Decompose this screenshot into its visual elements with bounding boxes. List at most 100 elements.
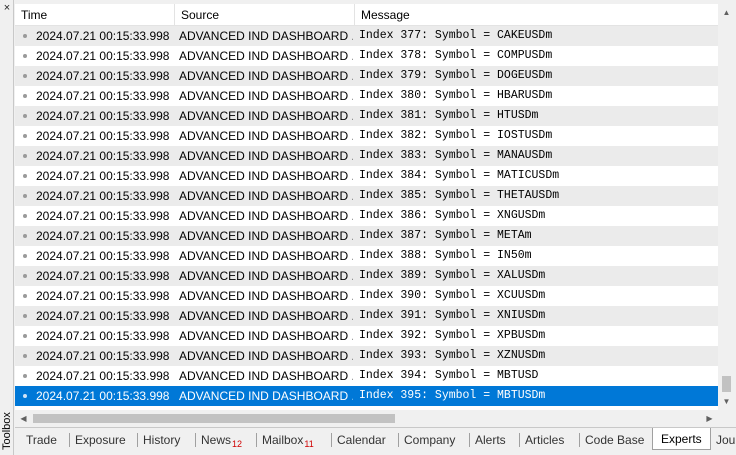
tab-code-base[interactable]: Code Base xyxy=(585,430,644,450)
time-cell: 2024.07.21 00:15:33.998 xyxy=(36,229,170,243)
tab-label: History xyxy=(143,433,181,447)
time-cell: 2024.07.21 00:15:33.998 xyxy=(36,249,170,263)
row-bullet-icon xyxy=(23,394,27,398)
scroll-right-arrow-icon[interactable]: ▶ xyxy=(701,410,718,427)
tab-alerts[interactable]: Alerts xyxy=(475,430,506,450)
row-bullet-icon xyxy=(23,374,27,378)
row-bullet-icon xyxy=(23,294,27,298)
scroll-up-arrow-icon[interactable]: ▲ xyxy=(718,4,735,21)
table-row[interactable]: 2024.07.21 00:15:33.998 ADVANCED IND DASH… xyxy=(15,346,718,366)
scrollbar-corner xyxy=(718,410,735,427)
tab-experts[interactable]: Experts xyxy=(652,428,711,450)
message-cell: Index 395: Symbol = MBTUSDm xyxy=(359,389,546,402)
table-row[interactable]: 2024.07.21 00:15:33.998 ADVANCED IND DASH… xyxy=(15,126,718,146)
source-cell: ADVANCED IND DASHBOARD ... xyxy=(179,109,353,123)
tab-calendar[interactable]: Calendar xyxy=(337,430,386,450)
time-cell: 2024.07.21 00:15:33.998 xyxy=(36,189,170,203)
source-cell: ADVANCED IND DASHBOARD ... xyxy=(179,269,353,283)
vertical-scroll-thumb[interactable] xyxy=(722,376,731,392)
source-cell: ADVANCED IND DASHBOARD ... xyxy=(179,29,353,43)
table-row[interactable]: 2024.07.21 00:15:33.998 ADVANCED IND DASH… xyxy=(15,26,718,46)
tab-separator xyxy=(256,433,257,447)
message-cell: Index 382: Symbol = IOSTUSDm xyxy=(359,129,553,142)
scroll-down-arrow-icon[interactable]: ▼ xyxy=(718,393,735,410)
time-cell: 2024.07.21 00:15:33.998 xyxy=(36,129,170,143)
tab-news[interactable]: News12 xyxy=(201,430,242,450)
tab-jou[interactable]: Jou xyxy=(716,430,735,450)
table-row[interactable]: 2024.07.21 00:15:33.998 ADVANCED IND DASH… xyxy=(15,106,718,126)
time-cell: 2024.07.21 00:15:33.998 xyxy=(36,349,170,363)
vertical-scrollbar[interactable]: ▲ ▼ xyxy=(718,4,735,410)
table-row[interactable]: 2024.07.21 00:15:33.998 ADVANCED IND DASH… xyxy=(15,86,718,106)
tab-separator xyxy=(137,433,138,447)
table-row[interactable]: 2024.07.21 00:15:33.998 ADVANCED IND DASH… xyxy=(15,306,718,326)
column-header-source[interactable]: Source xyxy=(175,4,355,26)
source-cell: ADVANCED IND DASHBOARD ... xyxy=(179,229,353,243)
toolbox-label[interactable]: Toolbox xyxy=(1,412,13,450)
message-cell: Index 389: Symbol = XALUSDm xyxy=(359,269,546,282)
tab-label: Trade xyxy=(26,433,57,447)
row-bullet-icon xyxy=(23,34,27,38)
tab-label: Code Base xyxy=(585,433,645,447)
tab-label: Mailbox xyxy=(262,433,304,447)
row-bullet-icon xyxy=(23,274,27,278)
column-header-row: Time Source Message xyxy=(15,4,718,26)
unread-count-badge: 12 xyxy=(232,439,243,449)
table-row[interactable]: 2024.07.21 00:15:33.998 ADVANCED IND DASH… xyxy=(15,266,718,286)
horizontal-scroll-thumb[interactable] xyxy=(33,414,395,423)
row-bullet-icon xyxy=(23,194,27,198)
table-row[interactable]: 2024.07.21 00:15:33.998 ADVANCED IND DASH… xyxy=(15,326,718,346)
source-cell: ADVANCED IND DASHBOARD ... xyxy=(179,289,353,303)
source-cell: ADVANCED IND DASHBOARD ... xyxy=(179,349,353,363)
table-row[interactable]: 2024.07.21 00:15:33.998 ADVANCED IND DASH… xyxy=(15,386,718,406)
tab-trade[interactable]: Trade xyxy=(26,430,57,450)
message-cell: Index 393: Symbol = XZNUSDm xyxy=(359,349,546,362)
row-bullet-icon xyxy=(23,154,27,158)
table-row[interactable]: 2024.07.21 00:15:33.998 ADVANCED IND DASH… xyxy=(15,206,718,226)
row-bullet-icon xyxy=(23,354,27,358)
horizontal-scrollbar[interactable]: ◀ ▶ xyxy=(15,410,718,427)
table-row[interactable]: 2024.07.21 00:15:33.998 ADVANCED IND DASH… xyxy=(15,186,718,206)
table-row[interactable]: 2024.07.21 00:15:33.998 ADVANCED IND DASH… xyxy=(15,66,718,86)
source-cell: ADVANCED IND DASHBOARD ... xyxy=(179,49,353,63)
tab-history[interactable]: History xyxy=(143,430,180,450)
scroll-left-arrow-icon[interactable]: ◀ xyxy=(15,410,32,427)
tab-company[interactable]: Company xyxy=(404,430,455,450)
row-bullet-icon xyxy=(23,334,27,338)
table-row[interactable]: 2024.07.21 00:15:33.998 ADVANCED IND DASH… xyxy=(15,146,718,166)
message-cell: Index 391: Symbol = XNIUSDm xyxy=(359,309,546,322)
column-header-time[interactable]: Time xyxy=(15,4,175,26)
source-cell: ADVANCED IND DASHBOARD ... xyxy=(179,129,353,143)
table-row[interactable]: 2024.07.21 00:15:33.998 ADVANCED IND DASH… xyxy=(15,246,718,266)
row-bullet-icon xyxy=(23,114,27,118)
tab-separator xyxy=(331,433,332,447)
tab-separator xyxy=(195,433,196,447)
log-rows: 2024.07.21 00:15:33.998 ADVANCED IND DASH… xyxy=(15,26,718,406)
close-icon[interactable]: × xyxy=(1,2,13,14)
table-row[interactable]: 2024.07.21 00:15:33.998 ADVANCED IND DASH… xyxy=(15,166,718,186)
tab-label: Exposure xyxy=(75,433,126,447)
tab-separator xyxy=(469,433,470,447)
source-cell: ADVANCED IND DASHBOARD ... xyxy=(179,189,353,203)
row-bullet-icon xyxy=(23,134,27,138)
tab-exposure[interactable]: Exposure xyxy=(75,430,126,450)
message-cell: Index 381: Symbol = HTUSDm xyxy=(359,109,539,122)
message-cell: Index 384: Symbol = MATICUSDm xyxy=(359,169,560,182)
time-cell: 2024.07.21 00:15:33.998 xyxy=(36,49,170,63)
table-row[interactable]: 2024.07.21 00:15:33.998 ADVANCED IND DASH… xyxy=(15,226,718,246)
time-cell: 2024.07.21 00:15:33.998 xyxy=(36,89,170,103)
message-cell: Index 390: Symbol = XCUUSDm xyxy=(359,289,546,302)
tab-label: Articles xyxy=(525,433,565,447)
source-cell: ADVANCED IND DASHBOARD ... xyxy=(179,169,353,183)
column-header-message[interactable]: Message xyxy=(355,4,718,26)
row-bullet-icon xyxy=(23,54,27,58)
message-cell: Index 383: Symbol = MANAUSDm xyxy=(359,149,553,162)
tab-mailbox[interactable]: Mailbox11 xyxy=(262,430,314,450)
tab-articles[interactable]: Articles xyxy=(525,430,564,450)
message-cell: Index 386: Symbol = XNGUSDm xyxy=(359,209,546,222)
time-cell: 2024.07.21 00:15:33.998 xyxy=(36,369,170,383)
tab-separator xyxy=(579,433,580,447)
table-row[interactable]: 2024.07.21 00:15:33.998 ADVANCED IND DASH… xyxy=(15,366,718,386)
table-row[interactable]: 2024.07.21 00:15:33.998 ADVANCED IND DASH… xyxy=(15,286,718,306)
table-row[interactable]: 2024.07.21 00:15:33.998 ADVANCED IND DASH… xyxy=(15,46,718,66)
